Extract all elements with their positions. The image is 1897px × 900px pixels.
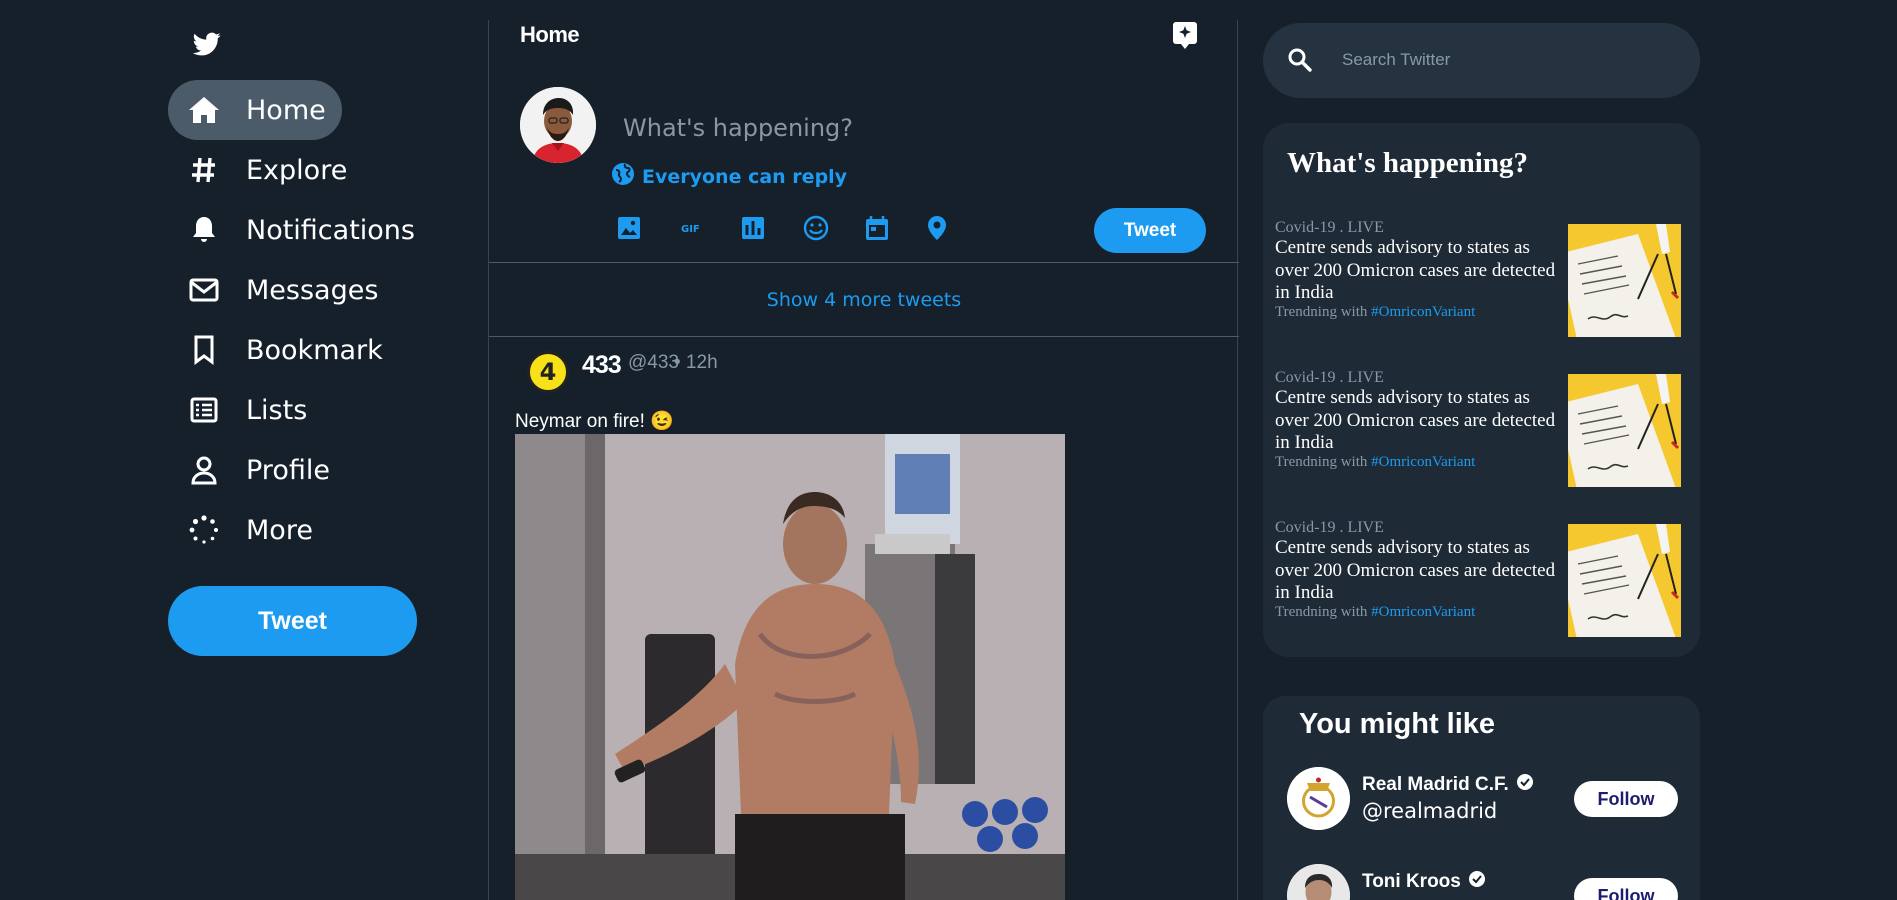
feed-header: Home bbox=[489, 20, 1239, 60]
suggested-user[interactable]: Toni Kroos Follow bbox=[1287, 864, 1687, 900]
compose-tweet-button[interactable]: Tweet bbox=[1094, 208, 1206, 253]
hashtag-icon bbox=[186, 152, 222, 188]
whats-happening-panel: What's happening? Covid-19 . LIVE Centre… bbox=[1263, 123, 1700, 657]
follow-button[interactable]: Follow bbox=[1574, 781, 1678, 817]
sidebar-item-label: Home bbox=[246, 94, 326, 126]
trend-headline: Centre sends advisory to states as over … bbox=[1275, 387, 1556, 453]
poll-icon[interactable] bbox=[741, 210, 803, 246]
tweet-text: Neymar on fire! 😉 bbox=[515, 411, 674, 432]
schedule-icon[interactable] bbox=[865, 210, 927, 246]
more-dots-icon bbox=[186, 512, 222, 548]
suggested-user-name-text: Toni Kroos bbox=[1362, 871, 1461, 893]
suggested-user[interactable]: Real Madrid C.F. @realmadrid Follow bbox=[1287, 767, 1687, 837]
compose-box: Everyone can reply GIF bbox=[489, 60, 1239, 263]
sidebar-item-label: Notifications bbox=[246, 214, 415, 246]
sidebar-item-lists[interactable]: Lists bbox=[168, 380, 488, 440]
sidebar-item-messages[interactable]: Messages bbox=[168, 260, 488, 320]
search-icon bbox=[1287, 47, 1313, 78]
envelope-icon bbox=[186, 272, 222, 308]
sidebar-item-explore[interactable]: Explore bbox=[168, 140, 488, 200]
sidebar-item-label: More bbox=[246, 514, 313, 546]
avatar[interactable] bbox=[1287, 767, 1350, 830]
trend-item[interactable]: Covid-19 . LIVE Centre sends advisory to… bbox=[1275, 519, 1690, 659]
sidebar-item-home[interactable]: Home bbox=[168, 80, 342, 140]
globe-icon bbox=[610, 161, 636, 192]
page-title: Home bbox=[520, 22, 580, 47]
trend-thumbnail bbox=[1568, 524, 1681, 637]
trend-thumbnail bbox=[1568, 224, 1681, 337]
trend-prefix: Trendning with bbox=[1275, 604, 1368, 620]
trend-trending: Trendning with #OmriconVariant bbox=[1275, 454, 1475, 471]
trend-headline: Centre sends advisory to states as over … bbox=[1275, 537, 1556, 603]
suggested-user-handle: @realmadrid bbox=[1362, 799, 1498, 823]
trend-prefix: Trendning with bbox=[1275, 304, 1368, 320]
trend-hashtag[interactable]: #OmriconVariant bbox=[1371, 454, 1475, 470]
show-more-tweets[interactable]: Show 4 more tweets bbox=[489, 263, 1239, 337]
trend-meta: Covid-19 . LIVE bbox=[1275, 519, 1384, 536]
trend-hashtag[interactable]: #OmriconVariant bbox=[1371, 304, 1475, 320]
trend-item[interactable]: Covid-19 . LIVE Centre sends advisory to… bbox=[1275, 369, 1690, 509]
home-feed: Home What's happening? Everyone can repl… bbox=[488, 20, 1239, 900]
sidebar-nav: Home Explore Notifications Messages Book… bbox=[168, 80, 488, 560]
compose-toolbar: GIF bbox=[617, 210, 989, 246]
suggested-user-name-text: Real Madrid C.F. bbox=[1362, 774, 1509, 796]
sparkle-icon[interactable] bbox=[1171, 20, 1201, 50]
tweet-time: • 12h bbox=[674, 352, 718, 373]
trend-meta: Covid-19 . LIVE bbox=[1275, 369, 1384, 386]
sidebar-item-notifications[interactable]: Notifications bbox=[168, 200, 488, 260]
sidebar-item-label: Bookmark bbox=[246, 334, 383, 366]
location-icon[interactable] bbox=[927, 210, 989, 246]
tweet-author-name[interactable]: 433 bbox=[582, 351, 622, 380]
app-root: Home Explore Notifications Messages Book… bbox=[0, 0, 1897, 900]
gif-icon[interactable]: GIF bbox=[679, 210, 741, 246]
twitter-logo-icon[interactable] bbox=[192, 30, 224, 62]
trend-item[interactable]: Covid-19 . LIVE Centre sends advisory to… bbox=[1275, 219, 1690, 359]
trend-prefix: Trendning with bbox=[1275, 454, 1368, 470]
image-icon[interactable] bbox=[617, 210, 679, 246]
suggested-user-name: Toni Kroos bbox=[1362, 870, 1486, 894]
tweet-author-handle: @433 bbox=[628, 352, 679, 373]
sidebar-item-label: Messages bbox=[246, 274, 379, 306]
trend-meta: Covid-19 . LIVE bbox=[1275, 219, 1384, 236]
trend-trending: Trendning with #OmriconVariant bbox=[1275, 304, 1475, 321]
reply-settings[interactable]: Everyone can reply bbox=[610, 161, 847, 192]
trend-headline: Centre sends advisory to states as over … bbox=[1275, 237, 1556, 303]
sidebar-item-label: Lists bbox=[246, 394, 308, 426]
verified-badge-icon bbox=[1468, 870, 1486, 894]
suggested-user-name: Real Madrid C.F. bbox=[1362, 773, 1534, 797]
like-title: You might like bbox=[1299, 708, 1496, 740]
emoji-icon[interactable] bbox=[803, 210, 865, 246]
list-icon bbox=[186, 392, 222, 428]
search-input[interactable] bbox=[1342, 45, 1662, 75]
search-box[interactable] bbox=[1263, 23, 1700, 98]
trend-hashtag[interactable]: #OmriconVariant bbox=[1371, 604, 1475, 620]
sidebar-item-profile[interactable]: Profile bbox=[168, 440, 488, 500]
sidebar-item-label: Explore bbox=[246, 154, 348, 186]
tweet-avatar-text: 4 bbox=[539, 358, 557, 386]
verified-badge-icon bbox=[1516, 773, 1534, 797]
trend-thumbnail bbox=[1568, 374, 1681, 487]
avatar[interactable] bbox=[1287, 864, 1350, 900]
reply-label: Everyone can reply bbox=[642, 165, 848, 188]
svg-text:GIF: GIF bbox=[681, 224, 700, 235]
sidebar-item-more[interactable]: More bbox=[168, 500, 488, 560]
tweet-media-video[interactable] bbox=[515, 434, 1065, 900]
tweet-avatar[interactable]: 4 bbox=[527, 351, 569, 393]
home-icon bbox=[186, 92, 222, 128]
user-icon bbox=[186, 452, 222, 488]
happening-title: What's happening? bbox=[1287, 147, 1528, 179]
avatar[interactable] bbox=[520, 87, 596, 163]
trend-trending: Trendning with #OmriconVariant bbox=[1275, 604, 1475, 621]
compose-input[interactable] bbox=[623, 110, 1123, 146]
sidebar-item-bookmark[interactable]: Bookmark bbox=[168, 320, 488, 380]
bookmark-icon bbox=[186, 332, 222, 368]
follow-button[interactable]: Follow bbox=[1574, 878, 1678, 900]
sidebar-item-label: Profile bbox=[246, 454, 330, 486]
you-might-like-panel: You might like Real Madrid C.F. @realmad… bbox=[1263, 696, 1700, 900]
sidebar-tweet-button[interactable]: Tweet bbox=[168, 586, 417, 656]
bell-icon bbox=[186, 212, 222, 248]
tweet-card[interactable]: 4 433 @433 • 12h Neymar on fire! 😉 bbox=[489, 337, 1239, 900]
